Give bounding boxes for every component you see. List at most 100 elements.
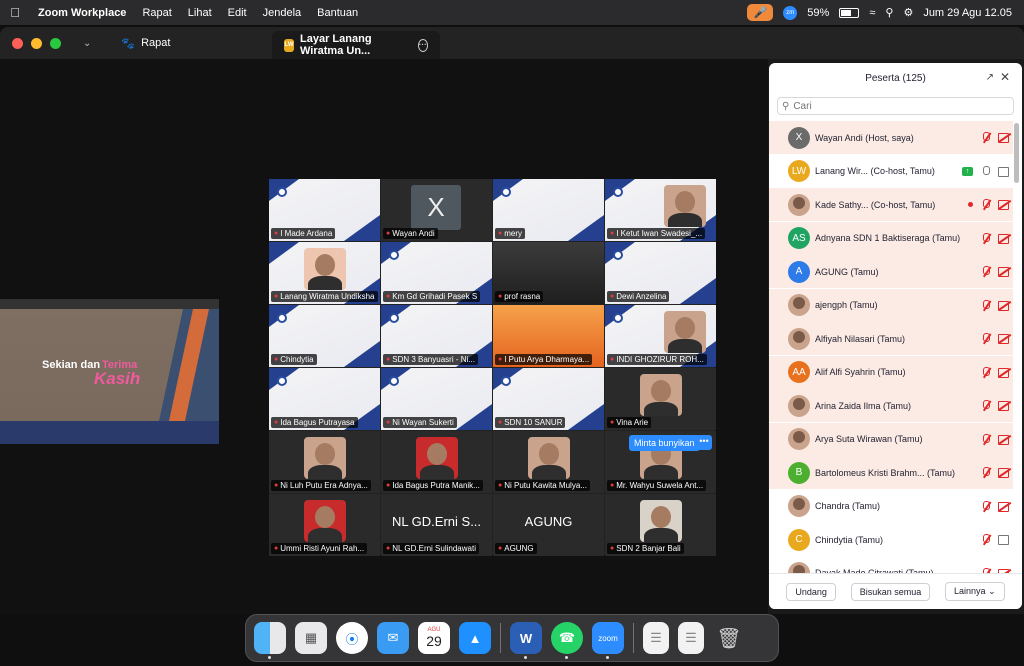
fullscreen-window-button[interactable] (50, 37, 61, 49)
zoom-icon[interactable]: zoom (592, 622, 624, 659)
popout-icon[interactable]: ↗ (986, 72, 994, 83)
video-tile[interactable]: ● Ni Wayan Sukerti (381, 368, 492, 430)
video-tile[interactable]: ● I Made Ardana (269, 179, 380, 241)
clock[interactable]: Jum 29 Agu 12.05 (923, 7, 1012, 19)
mic-off-icon[interactable] (981, 500, 990, 512)
mic-off-icon[interactable] (981, 333, 990, 344)
video-tile[interactable]: ● Ni Luh Putu Era Adnya... (269, 431, 380, 493)
participant-row[interactable]: AS Adnyana SDN 1 Baktiseraga (Tamu) (769, 221, 1013, 255)
whatsapp-icon[interactable]: ☎ (551, 622, 583, 659)
mic-off-icon[interactable] (981, 299, 990, 311)
video-tile[interactable]: AGUNG ● AGUNG (493, 494, 604, 556)
participant-list[interactable]: X Wayan Andi (Host, saya) LW Lanang Wir... … (769, 121, 1022, 573)
mic-off-icon[interactable] (981, 467, 990, 478)
camera-off-icon[interactable] (998, 300, 1011, 311)
mic-indicator-icon[interactable]: 🎤 (747, 4, 774, 21)
search-icon[interactable]: ⚲ (885, 6, 893, 19)
minimize-window-button[interactable] (31, 37, 42, 49)
video-tile[interactable]: ● SDN 2 Banjar Bali (605, 494, 716, 556)
camera-icon[interactable] (998, 166, 1011, 177)
more-options-icon[interactable]: ··· (417, 38, 428, 52)
unmute-more-button[interactable]: ••• (696, 435, 712, 450)
participant-row[interactable]: B Bartolomeus Kristi Brahm... (Tamu) (769, 456, 1013, 489)
mic-off-icon[interactable] (981, 132, 990, 143)
finder-icon[interactable] (254, 622, 286, 659)
close-window-button[interactable] (12, 37, 23, 49)
document-icon[interactable]: ☰ (643, 622, 669, 654)
camera-icon[interactable] (998, 535, 1011, 545)
participant-row[interactable]: ajengph (Tamu) (769, 288, 1013, 322)
camera-off-icon[interactable] (998, 401, 1011, 411)
launchpad-icon[interactable]: ▦ (295, 622, 327, 654)
camera-off-icon[interactable] (998, 200, 1011, 210)
video-tile[interactable]: ● INDI GHOZIRUR ROH... (605, 305, 716, 367)
participant-row[interactable]: AA Alif Alfi Syahrin (Tamu) (769, 355, 1013, 389)
camera-off-icon[interactable] (998, 468, 1011, 478)
video-tile[interactable]: ● Lanang Wiratma Undiksha (269, 242, 380, 304)
video-tile[interactable]: ● Ida Bagus Putra Manik... (381, 431, 492, 493)
invite-button[interactable]: Undang (786, 582, 836, 601)
participant-row[interactable]: Arina Zaida Ilma (Tamu) (769, 389, 1013, 422)
menu-app-name[interactable]: Zoom Workplace (30, 7, 134, 19)
ask-to-unmute-button[interactable]: Minta bunyikan (629, 435, 700, 451)
video-tile[interactable]: ● Dewi Anzelina (605, 242, 716, 304)
mic-off-icon[interactable] (981, 266, 990, 277)
participant-row[interactable]: X Wayan Andi (Host, saya) (769, 121, 1013, 154)
participant-row[interactable]: Chandra (Tamu) (769, 490, 1013, 523)
zoom-status-icon[interactable]: zm (783, 5, 798, 20)
participant-search-input[interactable] (793, 100, 994, 112)
camera-off-icon[interactable] (998, 334, 1011, 344)
video-tile[interactable]: ● I Ketut Iwan Swadesi_... (605, 179, 716, 241)
menu-rapat[interactable]: Rapat (134, 7, 179, 19)
document-icon[interactable]: ☰ (678, 622, 704, 654)
participant-row[interactable]: Arya Suta Wirawan (Tamu) (769, 422, 1013, 456)
video-tile[interactable]: NL GD.Erni S... ● NL GD.Erni Sulindawati (381, 494, 492, 556)
camera-off-icon[interactable] (998, 434, 1011, 445)
video-tile[interactable]: ● Km Gd Grihadi Pasek S (381, 242, 492, 304)
participant-row[interactable]: Alfiyah Nilasari (Tamu) (769, 322, 1013, 355)
participant-row[interactable]: Kade Sathy... (Co-host, Tamu) (769, 188, 1013, 221)
tab-rapat[interactable]: 🐾 Rapat (109, 27, 182, 59)
apple-icon[interactable]:  (0, 5, 30, 20)
mail-icon[interactable]: ✉ (377, 622, 409, 654)
chevron-down-icon[interactable]: ⌄ (83, 38, 91, 49)
wifi-icon[interactable]: ≈ (869, 7, 875, 19)
menu-jendela[interactable]: Jendela (255, 7, 310, 19)
menu-edit[interactable]: Edit (220, 7, 255, 19)
mic-off-icon[interactable] (981, 199, 990, 210)
camera-off-icon[interactable] (998, 267, 1011, 277)
participant-row[interactable]: Dayak Made Citrawati (Tamu) (769, 557, 1013, 573)
participant-row[interactable]: LW Lanang Wir... (Co-host, Tamu) ↑ (769, 155, 1013, 188)
video-tile[interactable]: ● mery (493, 179, 604, 241)
video-tile[interactable]: ● Vina Arie (605, 368, 716, 430)
battery-icon[interactable] (839, 7, 860, 18)
shared-screen-view[interactable]: Sekian dan Terima Kasih (0, 299, 219, 444)
video-tile[interactable]: ● SDN 3 Banyuasri - Ni... (381, 305, 492, 367)
more-button[interactable]: Lainnya ⌄ (945, 582, 1005, 601)
mute-all-button[interactable]: Bisukan semua (850, 582, 931, 601)
camera-off-icon[interactable] (998, 367, 1011, 378)
word-icon[interactable]: W (510, 622, 542, 659)
video-tile[interactable]: ● I Putu Arya Dharmaya... (493, 305, 604, 367)
mic-off-icon[interactable] (981, 366, 990, 378)
video-tile[interactable]: ● SDN 10 SANUR (493, 368, 604, 430)
video-tile[interactable]: ● Ummi Risti Ayuni Rah... (269, 494, 380, 556)
trash-icon[interactable]: 🗑 (713, 622, 745, 654)
mic-off-icon[interactable] (981, 534, 990, 545)
close-icon[interactable]: ✕ (1000, 70, 1010, 84)
camera-off-icon[interactable] (998, 133, 1011, 143)
mic-off-icon[interactable] (981, 232, 990, 244)
mic-off-icon[interactable] (981, 433, 990, 445)
menu-bantuan[interactable]: Bantuan (309, 7, 366, 19)
camera-off-icon[interactable] (998, 501, 1011, 512)
mic-off-icon[interactable] (981, 400, 990, 411)
camera-off-icon[interactable] (998, 233, 1011, 244)
participant-row[interactable]: A AGUNG (Tamu) (769, 255, 1013, 288)
app-store-icon[interactable]: ▲ (459, 622, 491, 654)
tab-shared-screen[interactable]: LW Layar Lanang Wiratma Un... ··· (272, 31, 440, 59)
menu-lihat[interactable]: Lihat (180, 7, 220, 19)
safari-icon[interactable]: ⦿ (336, 622, 368, 654)
control-center-icon[interactable]: ⚙ (903, 6, 913, 19)
video-tile[interactable]: ● prof rasna (493, 242, 604, 304)
video-tile[interactable]: ● Ida Bagus Putrayasa (269, 368, 380, 430)
